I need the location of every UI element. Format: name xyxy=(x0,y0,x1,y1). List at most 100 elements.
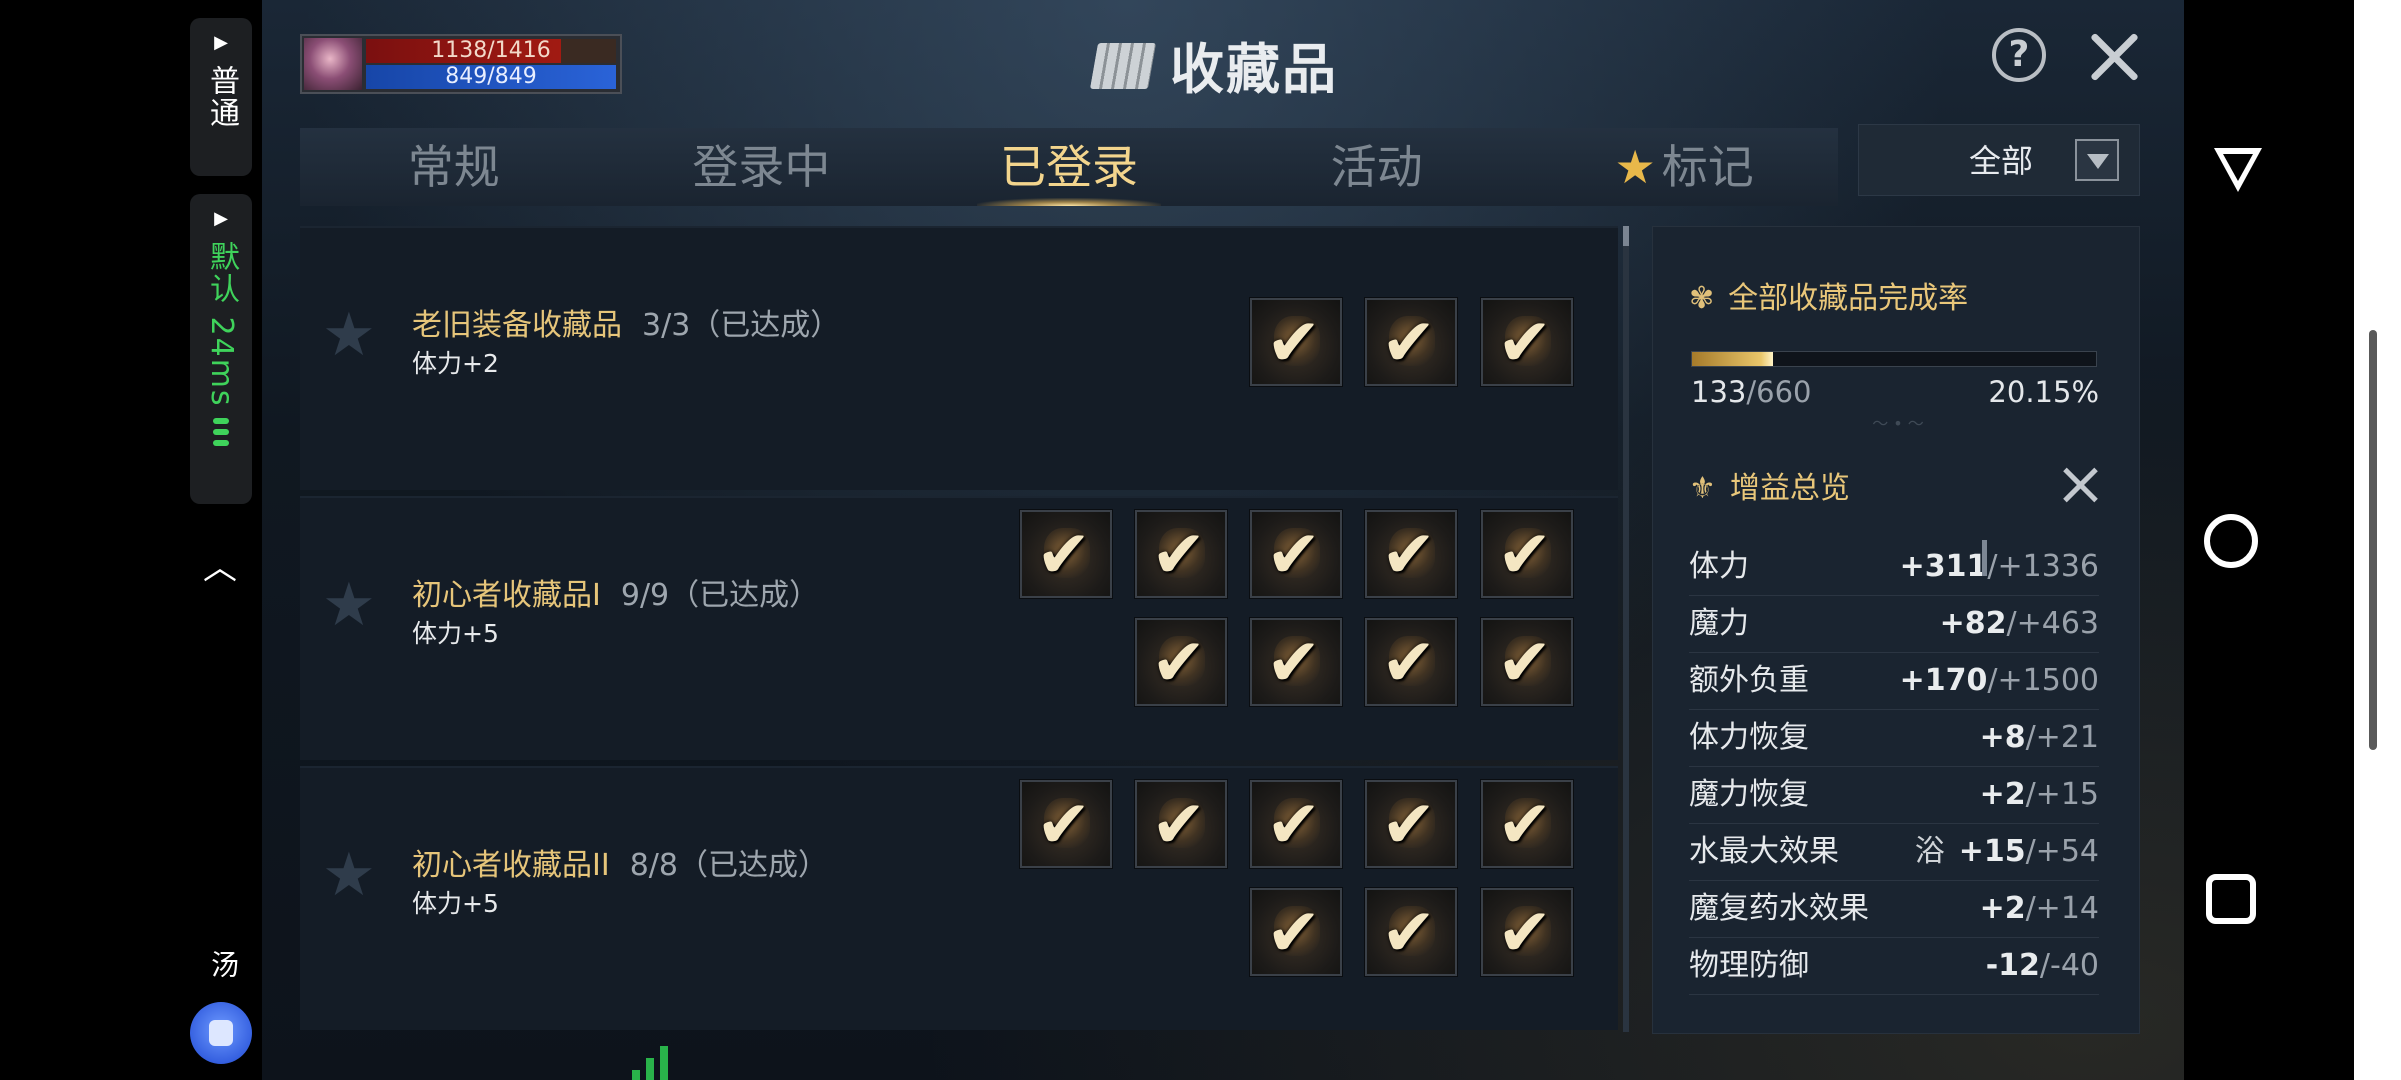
divider-ornament: ～ • ～ xyxy=(1872,414,1924,433)
completion-total: /660 xyxy=(1746,375,1812,409)
tab-general[interactable]: 常规 xyxy=(300,128,608,206)
scrollbar-thumb[interactable] xyxy=(1623,226,1629,246)
tab-label: 登录中 xyxy=(692,140,831,194)
tab-marked[interactable]: ★ 标记 xyxy=(1530,128,1838,206)
buff-value-group: +82/+463 xyxy=(1940,596,2099,652)
tab-label: 常规 xyxy=(407,140,500,194)
buff-value: -12 xyxy=(1985,948,2040,983)
mp-bar: 849/849 xyxy=(366,65,616,89)
collection-row[interactable]: ★ 老旧装备收藏品 3/3（已达成） 体力+2 ✔ ✔ ✔ xyxy=(300,226,1618,490)
collection-progress: 3/3（已达成） xyxy=(642,308,841,343)
item-slot[interactable]: ✔ xyxy=(1364,779,1458,869)
buff-value-group: +2/+14 xyxy=(1980,881,2099,937)
buff-max: /+21 xyxy=(2025,720,2099,755)
item-slot[interactable]: ✔ xyxy=(1364,887,1458,977)
item-slot[interactable]: ✔ xyxy=(1480,297,1574,387)
item-slot[interactable]: ✔ xyxy=(1134,779,1228,869)
item-slot[interactable]: ✔ xyxy=(1480,617,1574,707)
item-slot[interactable]: ✔ xyxy=(1480,509,1574,599)
chevron-up-icon[interactable]: ︿ xyxy=(200,540,240,588)
collection-row[interactable]: ★ 初心者收藏品II 8/8（已达成） 体力+5 ✔ ✔ ✔ ✔ ✔ ✔ ✔ ✔ xyxy=(300,766,1618,1030)
hp-bar: 1138/1416 xyxy=(366,39,616,63)
buff-scrollbar[interactable] xyxy=(1982,540,1987,576)
collapse-button[interactable] xyxy=(2059,463,2103,507)
back-icon[interactable] xyxy=(2214,148,2262,192)
item-slot[interactable]: ✔ xyxy=(1249,887,1343,977)
buff-extra: 浴 xyxy=(1914,834,1945,869)
item-slot[interactable]: ✔ xyxy=(1249,617,1343,707)
buff-max: /+1500 xyxy=(1987,663,2099,698)
check-icon: ✔ xyxy=(1036,786,1092,863)
buff-name: 额外负重 xyxy=(1689,663,1809,698)
check-icon: ✔ xyxy=(1497,624,1553,701)
item-slot[interactable]: ✔ xyxy=(1134,509,1228,599)
tab-registering[interactable]: 登录中 xyxy=(608,128,916,206)
buff-value: +2 xyxy=(1979,777,2026,812)
dropdown-arrow-icon[interactable] xyxy=(2075,139,2119,181)
buff-value: +170 xyxy=(1899,663,1988,698)
favorite-star-icon[interactable]: ★ xyxy=(322,840,376,910)
completion-progress-bar xyxy=(1691,351,2097,367)
buff-name: 水最大效果 xyxy=(1689,834,1839,869)
buff-row: 水最大效果 浴 +15/+54 xyxy=(1689,824,2099,881)
mode-pill[interactable]: ▶ 普通 xyxy=(190,18,252,176)
collection-bonus: 体力+2 xyxy=(412,349,499,378)
signal-icon xyxy=(213,417,229,446)
favorite-star-icon[interactable]: ★ xyxy=(322,300,376,370)
favorite-star-icon[interactable]: ★ xyxy=(322,570,376,640)
buff-value: +82 xyxy=(1939,606,2007,641)
home-icon[interactable] xyxy=(2204,514,2258,568)
item-slot[interactable]: ✔ xyxy=(1364,617,1458,707)
network-pill[interactable]: ▶ 默认 24ms xyxy=(190,194,252,504)
item-slot[interactable]: ✔ xyxy=(1480,779,1574,869)
item-slot[interactable]: ✔ xyxy=(1249,297,1343,387)
collection-name: 初心者收藏品II xyxy=(412,848,610,883)
buff-max: /+463 xyxy=(2006,606,2099,641)
collection-list: ★ 老旧装备收藏品 3/3（已达成） 体力+2 ✔ ✔ ✔ ★ 初心者收藏品I 9/… xyxy=(300,226,1622,1032)
buff-name: 物理防御 xyxy=(1689,948,1809,983)
check-icon: ✔ xyxy=(1497,894,1553,971)
recents-icon[interactable] xyxy=(2206,874,2256,924)
buff-row: 魔力恢复 +2/+15 xyxy=(1689,767,2099,824)
buff-value-group: +311/+1336 xyxy=(1900,539,2099,595)
tab-label: 已登录 xyxy=(999,140,1138,194)
buff-max: /+14 xyxy=(2025,891,2099,926)
check-icon: ✔ xyxy=(1497,516,1553,593)
item-slot[interactable]: ✔ xyxy=(1249,779,1343,869)
assistant-avatar[interactable] xyxy=(190,1002,252,1064)
buff-row: 魔复药水效果 +2/+14 xyxy=(1689,881,2099,938)
item-slot[interactable]: ✔ xyxy=(1019,509,1113,599)
buff-value: +15 xyxy=(1958,834,2026,869)
collection-name: 老旧装备收藏品 xyxy=(412,308,622,343)
buff-list: 体力 +311/+1336 魔力 +82/+463 额外负重 +170/+1500 体… xyxy=(1689,539,2099,995)
check-icon: ✔ xyxy=(1266,786,1322,863)
item-slot[interactable]: ✔ xyxy=(1249,509,1343,599)
tab-registered[interactable]: 已登录 xyxy=(915,128,1223,206)
player-portrait[interactable] xyxy=(304,38,362,90)
tab-event[interactable]: 活动 xyxy=(1223,128,1531,206)
help-button[interactable]: ? xyxy=(1992,28,2046,82)
player-status: 1138/1416 849/849 xyxy=(300,34,622,94)
list-scrollbar[interactable] xyxy=(1623,226,1629,1032)
item-slot[interactable]: ✔ xyxy=(1480,887,1574,977)
floating-toolbar: ▶ 普通 ▶ 默认 24ms ︿ 汤 xyxy=(0,0,260,1080)
page-scrollbar[interactable] xyxy=(2369,330,2377,750)
check-icon: ✔ xyxy=(1381,624,1437,701)
item-slot[interactable]: ✔ xyxy=(1364,297,1458,387)
close-button[interactable] xyxy=(2082,24,2146,88)
summary-panel: ✾ 全部收藏品完成率 133/660 20.15% ～ • ～ ⚜ 增益总览 体力 +… xyxy=(1652,226,2140,1034)
mode-label: 普通 xyxy=(204,65,239,129)
collection-row[interactable]: ★ 初心者收藏品I 9/9（已达成） 体力+5 ✔ ✔ ✔ ✔ ✔ ✔ ✔ ✔ ✔ xyxy=(300,496,1618,760)
item-slot[interactable]: ✔ xyxy=(1134,617,1228,707)
check-icon: ✔ xyxy=(1497,304,1553,381)
collection-progress: 9/9（已达成） xyxy=(620,578,820,613)
buff-max: /-40 xyxy=(2039,948,2099,983)
filter-dropdown[interactable]: 全部 xyxy=(1858,124,2140,196)
play-icon: ▶ xyxy=(214,32,228,53)
item-slot[interactable]: ✔ xyxy=(1364,509,1458,599)
item-slots: ✔ ✔ ✔ ✔ ✔ ✔ ✔ ✔ ✔ xyxy=(1019,509,1600,710)
buff-value-group: +8/+21 xyxy=(1980,710,2099,766)
item-slot[interactable]: ✔ xyxy=(1019,779,1113,869)
buff-header: ⚜ 增益总览 xyxy=(1689,463,1850,507)
game-screen: 1138/1416 849/849 收藏品 ? 常规 登录中 已登录 活动 ★ 标… xyxy=(262,0,2184,1080)
